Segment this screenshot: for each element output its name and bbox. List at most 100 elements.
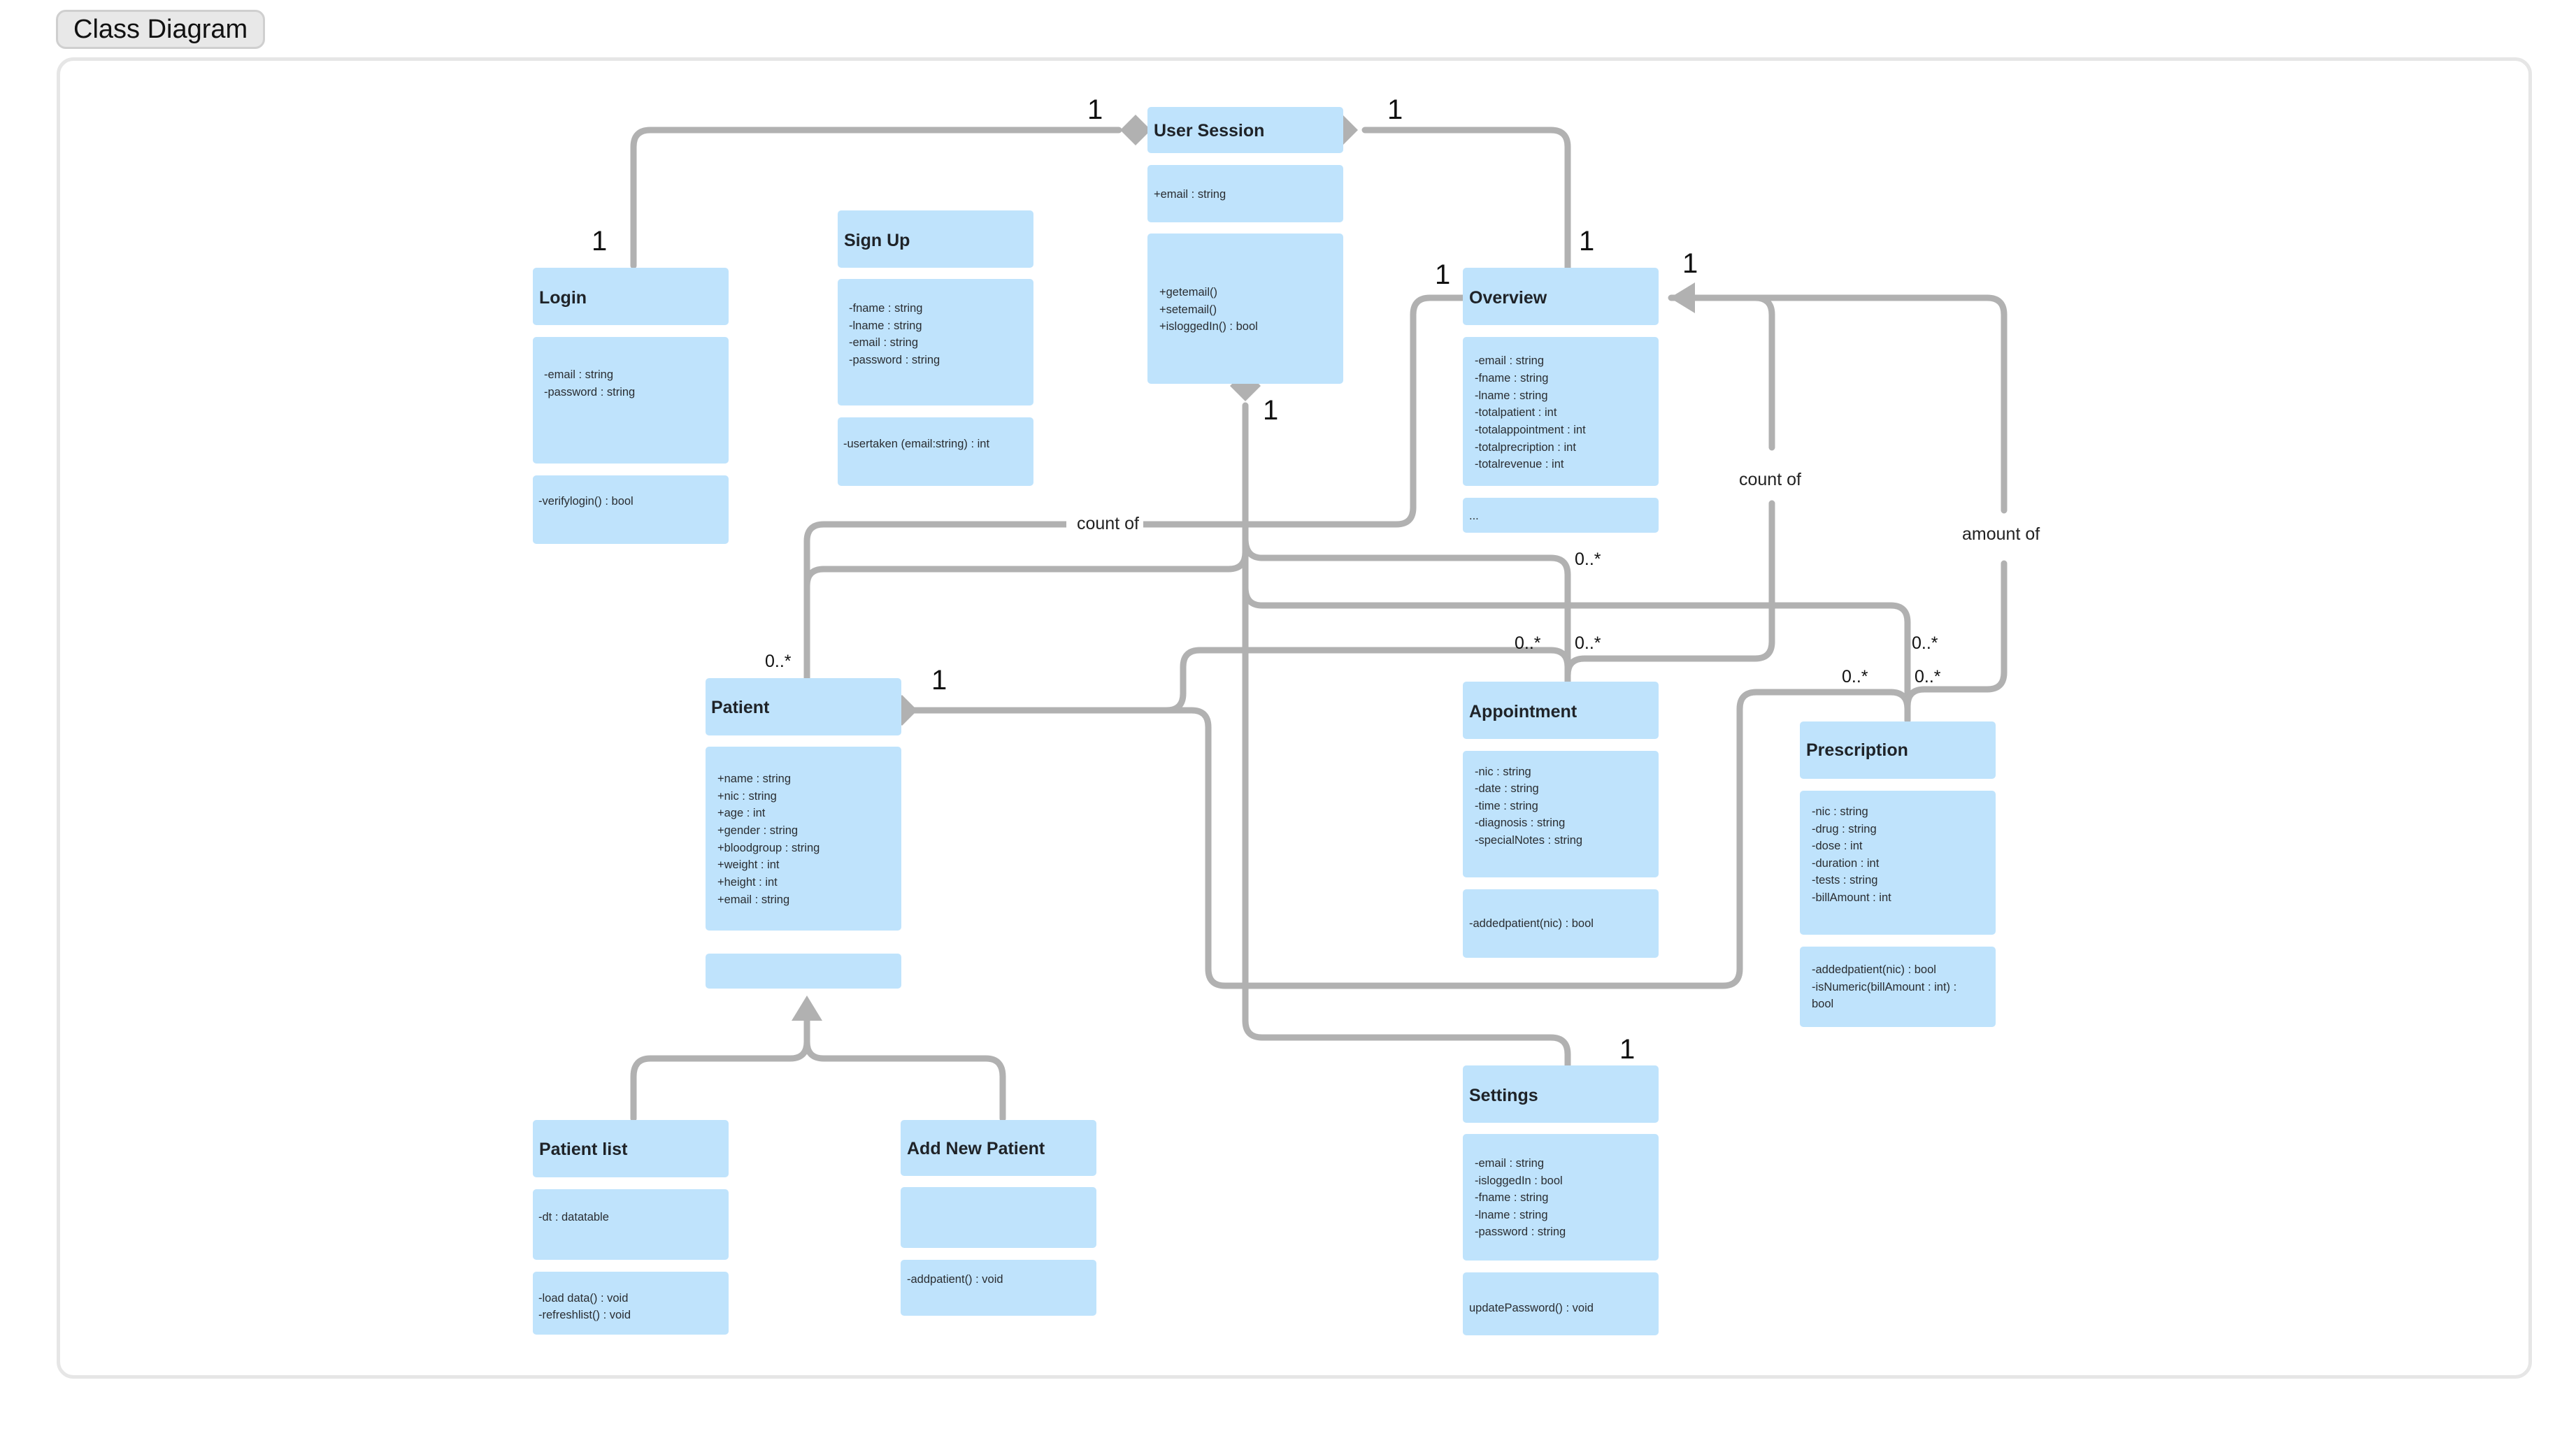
mult-patient-top: 0..* — [765, 652, 792, 671]
method: -refreshlist() : void — [538, 1309, 631, 1321]
method: -addedpatient(nic) : bool — [1469, 917, 1594, 930]
mult-appointment-b: 0..* — [1515, 633, 1541, 653]
class-title: Patient list — [539, 1140, 628, 1159]
connector-session-patient — [803, 549, 1249, 682]
attribute: -totalprecription : int — [1475, 441, 1576, 454]
composition-diamond-session-left — [1120, 115, 1151, 145]
mult-session-left: 1 — [1087, 94, 1103, 125]
mult-prescription-a: 0..* — [1912, 633, 1938, 653]
method: -usertaken (email:string) : int — [843, 438, 989, 450]
connector-addnew-inherit — [803, 1038, 1006, 1122]
connector-overview-prescription-amount — [1752, 294, 2008, 724]
attribute: -lname : string — [1475, 1209, 1548, 1221]
mult-overview-top: 1 — [1579, 226, 1594, 257]
mult-overview-left: 1 — [1435, 259, 1450, 290]
mult-session-bottom: 1 — [1263, 395, 1278, 426]
mult-login-top: 1 — [592, 226, 607, 257]
attribute: -email : string — [849, 336, 918, 349]
attribute: +weight : int — [717, 859, 780, 871]
class-settings[interactable]: Settings -email : string -isloggedIn : b… — [1463, 1065, 1659, 1335]
class-login[interactable]: Login -email : string -password : string… — [533, 268, 729, 544]
attribute: -dose : int — [1812, 840, 1863, 852]
class-title: Sign Up — [844, 231, 910, 250]
label-count-of-patient: count of — [1077, 514, 1139, 533]
attribute: -drug : string — [1812, 823, 1877, 835]
method: +setemail() — [1159, 303, 1217, 316]
arrowhead-overview — [1670, 282, 1695, 313]
method: -addpatient() : void — [907, 1273, 1003, 1286]
method: bool — [1812, 998, 1833, 1010]
label-count-of-appointment: count of — [1739, 470, 1801, 489]
method: +isloggedIn() : bool — [1159, 320, 1258, 333]
class-add-new-patient[interactable]: Add New Patient -addpatient() : void — [901, 1120, 1096, 1316]
attribute: -nic : string — [1812, 805, 1868, 818]
attribute: -diagnosis : string — [1475, 817, 1565, 829]
mult-appointment-a: 0..* — [1575, 550, 1601, 569]
attribute: +gender : string — [717, 824, 798, 837]
class-title: Overview — [1469, 288, 1547, 308]
class-title: Settings — [1469, 1086, 1538, 1105]
class-diagram-canvas: count of count of amount of 1 1 1 1 1 1 … — [533, 94, 2053, 1335]
attribute: +name : string — [717, 773, 791, 785]
attribute: -totalpatient : int — [1475, 406, 1557, 419]
class-appointment[interactable]: Appointment -nic : string -date : string… — [1463, 682, 1659, 958]
attribute: -date : string — [1475, 782, 1539, 795]
attribute: -tests : string — [1812, 874, 1877, 886]
class-user-session[interactable]: User Session +email : string +getemail()… — [1147, 107, 1343, 384]
method: -load data() : void — [538, 1292, 628, 1305]
method: ... — [1469, 510, 1479, 522]
connector-patientlist-inherit — [630, 1017, 810, 1122]
mult-settings-top: 1 — [1619, 1034, 1635, 1065]
class-sign-up[interactable]: Sign Up -fname : string -lname : string … — [838, 210, 1033, 486]
attribute: -lname : string — [849, 319, 922, 332]
class-overview[interactable]: Overview -email : string -fname : string… — [1463, 268, 1659, 533]
attribute: -email : string — [1475, 1157, 1544, 1170]
attribute: -password : string — [544, 386, 635, 398]
patient-methods-empty — [706, 954, 901, 989]
attribute: -fname : string — [849, 302, 922, 315]
attribute: -fname : string — [1475, 1191, 1548, 1204]
class-title: User Session — [1154, 121, 1264, 141]
attribute: -email : string — [544, 368, 613, 381]
method: -isNumeric(billAmount : int) : — [1812, 981, 1956, 993]
attribute: -duration : int — [1812, 857, 1880, 870]
attribute: -password : string — [1475, 1226, 1566, 1238]
class-patient-list[interactable]: Patient list -dt : datatable -load data(… — [533, 1120, 729, 1335]
attribute: +nic : string — [717, 790, 777, 803]
method: -verifylogin() : bool — [538, 495, 634, 508]
attribute: +email : string — [1154, 188, 1226, 201]
class-patient[interactable]: Patient +name : string +nic : string +ag… — [706, 678, 901, 989]
mult-appointment-c: 0..* — [1575, 633, 1601, 653]
connector-patient-prescription — [906, 689, 1911, 989]
label-amount-of: amount of — [1962, 524, 2040, 544]
inheritance-arrowhead-patient — [792, 996, 822, 1021]
mult-prescription-c: 0..* — [1915, 667, 1941, 687]
add-new-patient-attributes-empty — [901, 1187, 1096, 1248]
method: +getemail() — [1159, 286, 1217, 299]
class-title: Add New Patient — [907, 1139, 1045, 1158]
class-title: Appointment — [1469, 702, 1577, 721]
attribute: -password : string — [849, 354, 940, 366]
class-title: Login — [539, 288, 587, 308]
attribute: -totalappointment : int — [1475, 424, 1586, 436]
attribute: -time : string — [1475, 800, 1538, 812]
attribute: +bloodgroup : string — [717, 842, 820, 854]
attribute: -email : string — [1475, 354, 1544, 367]
mult-session-right: 1 — [1387, 94, 1403, 125]
attribute: +email : string — [717, 893, 789, 906]
connector-session-overview — [1361, 127, 1571, 272]
attribute: -specialNotes : string — [1475, 834, 1582, 847]
attribute: -nic : string — [1475, 766, 1531, 778]
attribute: +age : int — [717, 807, 766, 819]
attribute: -billAmount : int — [1812, 891, 1891, 904]
class-prescription[interactable]: Prescription -nic : string -drug : strin… — [1800, 721, 1996, 1027]
attribute: +height : int — [717, 876, 778, 889]
class-title: Patient — [711, 698, 770, 717]
attribute: -isloggedIn : bool — [1475, 1175, 1563, 1187]
mult-overview-right: 1 — [1682, 248, 1698, 279]
method: -addedpatient(nic) : bool — [1812, 963, 1936, 976]
attribute: -dt : datatable — [538, 1211, 609, 1223]
mult-prescription-b: 0..* — [1842, 667, 1868, 687]
attribute: -lname : string — [1475, 389, 1548, 402]
attribute: -totalrevenue : int — [1475, 458, 1564, 471]
